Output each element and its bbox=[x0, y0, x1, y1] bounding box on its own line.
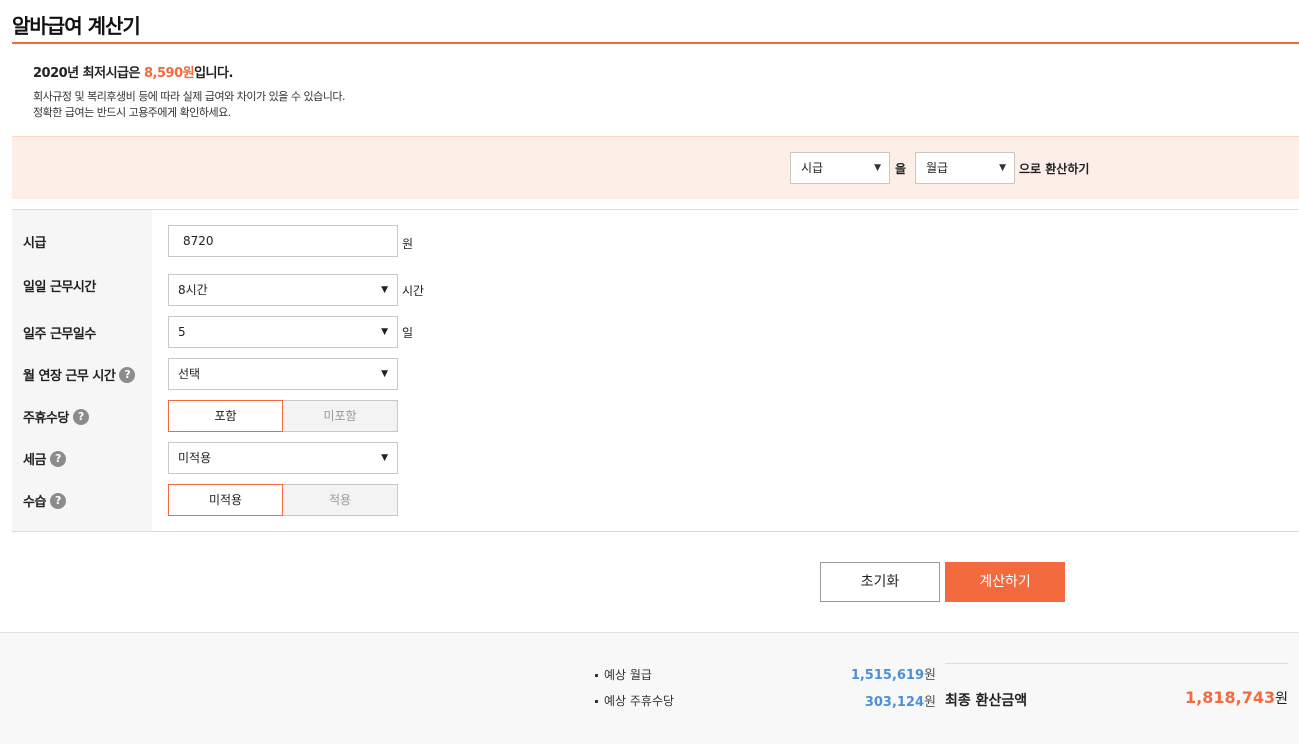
convert-suffix: 으로 환산하기 bbox=[1019, 162, 1090, 176]
final-divider bbox=[945, 663, 1288, 664]
help-icon[interactable]: ? bbox=[49, 492, 66, 509]
probation-not-applied[interactable]: 미적용 bbox=[168, 484, 283, 516]
weekly-allowance-include[interactable]: 포함 bbox=[168, 400, 283, 432]
weekly-days-label: 일주 근무일수 bbox=[23, 327, 96, 342]
daily-hours-unit: 시간 bbox=[402, 284, 425, 298]
monthly-value: 1,515,619 bbox=[850, 668, 925, 683]
chevron-down-icon: ▼ bbox=[381, 453, 388, 463]
convert-bar: 시급 ▼ 을 월급 ▼ 으로 환산하기 bbox=[12, 136, 1299, 199]
form-bottom-divider bbox=[12, 531, 1299, 532]
monthly-label-row: 예상 월급 bbox=[595, 666, 652, 683]
convert-from-select[interactable]: 시급 ▼ bbox=[790, 152, 890, 184]
page-title: 알바급여 계산기 bbox=[12, 14, 141, 38]
reset-button[interactable]: 초기화 bbox=[820, 562, 940, 602]
tax-select[interactable]: 미적용 ▼ bbox=[168, 442, 398, 474]
weekly-days-select[interactable]: 5 ▼ bbox=[168, 316, 398, 348]
probation-applied[interactable]: 적용 bbox=[283, 484, 398, 516]
daily-hours-label: 일일 근무시간 bbox=[23, 280, 96, 295]
final-value: 1,818,743 bbox=[1185, 688, 1276, 707]
tax-value: 미적용 bbox=[178, 451, 212, 465]
weekly-days-unit: 일 bbox=[402, 326, 414, 340]
allowance-value: 303,124 bbox=[864, 695, 925, 710]
monthly-label: 예상 월급 bbox=[604, 668, 652, 682]
notice-box: 2020년 최저시급은 8,590원입니다. 회사규정 및 복리후생비 등에 따… bbox=[33, 62, 345, 121]
chevron-down-icon: ▼ bbox=[381, 327, 388, 337]
final-label: 최종 환산금액 bbox=[945, 693, 1028, 709]
probation-label: 수습 bbox=[23, 495, 46, 510]
weekly-allowance-exclude[interactable]: 미포함 bbox=[283, 400, 398, 432]
currency-unit: 원 bbox=[924, 695, 936, 710]
convert-to-value: 월급 bbox=[926, 161, 949, 175]
probation-label-row: 수습? bbox=[23, 491, 66, 510]
currency-unit: 원 bbox=[1275, 691, 1288, 707]
notice-line-2: 정확한 급여는 반드시 고용주에게 확인하세요. bbox=[33, 106, 231, 119]
notice-suffix: 입니다. bbox=[194, 66, 233, 81]
help-icon[interactable]: ? bbox=[72, 408, 89, 425]
final-value-row: 1,818,743원 bbox=[1185, 688, 1288, 708]
tax-label-row: 세금? bbox=[23, 449, 66, 468]
calculate-button[interactable]: 계산하기 bbox=[945, 562, 1065, 602]
chevron-down-icon: ▼ bbox=[874, 163, 881, 173]
title-underline bbox=[12, 42, 1299, 44]
hourly-label: 시급 bbox=[23, 236, 46, 251]
chevron-down-icon: ▼ bbox=[999, 163, 1006, 173]
help-icon[interactable]: ? bbox=[119, 366, 136, 383]
overtime-label: 월 연장 근무 시간 bbox=[23, 369, 116, 384]
currency-unit: 원 bbox=[924, 668, 936, 683]
hourly-input[interactable] bbox=[168, 225, 398, 257]
weekly-allowance-label-row: 주휴수당? bbox=[23, 407, 89, 426]
allowance-label: 예상 주휴수당 bbox=[604, 694, 675, 708]
min-wage-value: 8,590원 bbox=[144, 66, 195, 81]
weekly-allowance-toggle: 포함 미포함 bbox=[168, 400, 398, 432]
probation-toggle: 미적용 적용 bbox=[168, 484, 398, 516]
weekly-days-value: 5 bbox=[178, 325, 186, 339]
overtime-value: 선택 bbox=[178, 367, 201, 381]
notice-line-1: 회사규정 및 복리후생비 등에 따라 실제 급여와 차이가 있을 수 있습니다. bbox=[33, 90, 345, 103]
daily-hours-select[interactable]: 8시간 ▼ bbox=[168, 274, 398, 306]
daily-hours-value: 8시간 bbox=[178, 283, 208, 297]
monthly-value-row: 1,515,619원 bbox=[851, 664, 936, 683]
overtime-label-row: 월 연장 근무 시간? bbox=[23, 365, 136, 384]
convert-to-select[interactable]: 월급 ▼ bbox=[915, 152, 1015, 184]
result-panel: 예상 월급 1,515,619원 예상 주휴수당 303,124원 최종 환산금… bbox=[0, 632, 1299, 744]
hourly-unit: 원 bbox=[402, 237, 414, 251]
bullet-icon bbox=[595, 674, 598, 677]
allowance-label-row: 예상 주휴수당 bbox=[595, 692, 674, 709]
overtime-select[interactable]: 선택 ▼ bbox=[168, 358, 398, 390]
chevron-down-icon: ▼ bbox=[381, 285, 388, 295]
weekly-allowance-label: 주휴수당 bbox=[23, 411, 69, 426]
help-icon[interactable]: ? bbox=[49, 450, 66, 467]
form-top-divider bbox=[12, 209, 1299, 210]
notice-prefix: 2020년 최저시급은 bbox=[33, 66, 144, 81]
chevron-down-icon: ▼ bbox=[381, 369, 388, 379]
allowance-value-row: 303,124원 bbox=[865, 691, 936, 710]
convert-particle: 을 bbox=[895, 162, 907, 176]
bullet-icon bbox=[595, 700, 598, 703]
tax-label: 세금 bbox=[23, 453, 46, 468]
convert-from-value: 시급 bbox=[801, 161, 824, 175]
min-wage-notice: 2020년 최저시급은 8,590원입니다. bbox=[33, 62, 345, 81]
